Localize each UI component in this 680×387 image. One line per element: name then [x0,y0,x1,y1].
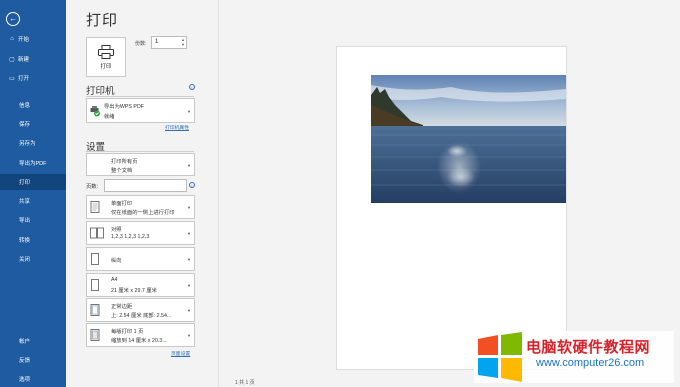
chevron-down-icon: ▼ [187,231,191,236]
orientation-dropdown[interactable]: 纵向 ▼ [86,247,195,271]
printer-ready-icon [90,105,100,116]
chevron-down-icon: ▼ [187,108,191,114]
portrait-icon [91,253,99,265]
chevron-down-icon: ▼ [187,283,191,288]
printer-section-title: 打印机 [86,86,115,97]
page-setup-link[interactable]: 页面设置 [171,350,190,357]
sidebar-item-convert[interactable]: 转换 [0,232,66,248]
paper-size-icon [91,279,99,291]
collation-detail: 1,2,3 1,2,3 1,2,3 [111,234,150,240]
print-button-label: 打印 [100,63,112,70]
sidebar-item-open[interactable]: ▭ 打开 [0,70,66,86]
paper-size-detail: 21 厘米 x 29.7 厘米 [111,288,157,294]
sidebar-item-account[interactable]: 帐户 [0,333,66,349]
page-title: 打印 [86,12,119,29]
copies-label: 份数: [135,41,147,47]
info-icon[interactable]: i [189,84,195,90]
sidebar-item-label: 打开 [18,76,30,82]
printer-properties-link[interactable]: 打印机属性 [165,124,189,131]
info-icon[interactable]: i [189,182,195,188]
collation-dropdown[interactable]: 对照 1,2,3 1,2,3 1,2,3 ▼ [86,221,195,245]
sidebar-item-label: 导出为PDF [19,161,47,167]
sidebar-item-label: 开始 [18,37,30,43]
sidebar-item-share[interactable]: 共享 [0,193,66,209]
sidebar-item-label: 反馈 [19,358,31,364]
sidebar-item-info[interactable]: 信息 [0,97,66,113]
sidebar-item-home[interactable]: ⌂ 开始 [0,31,66,47]
margins-dropdown[interactable]: 正常边距 上: 2.54 厘米 底部: 2.54... ▼ [86,298,195,322]
pages-per-sheet-icon [90,329,100,341]
home-icon: ⌂ [10,36,14,42]
copies-value: 1 [155,39,159,45]
print-range-value: 打印所有页 [111,159,138,165]
sidebar-item-label: 另存为 [19,141,36,147]
printer-icon [98,44,114,59]
paper-size-dropdown[interactable]: A4 21 厘米 x 29.7 厘米 ▼ [86,273,195,297]
printer-dropdown[interactable]: 导出为WPS PDF 就绪 ▼ [86,98,195,123]
margins-value: 正常边距 [111,304,133,310]
sidebar-item-close[interactable]: 关闭 [0,251,66,267]
sidebar-item-label: 转换 [19,238,31,244]
backstage-sidebar: ← ⌂ 开始 ▢ 新建 ▭ 打开 信息 保存 另存为 导出为PDF 打印 共享 … [0,0,66,387]
folder-icon: ▭ [9,75,15,82]
paper-size-value: A4 [111,277,118,283]
sidebar-item-label: 打印 [19,180,31,186]
divider [86,151,194,152]
sides-dropdown[interactable]: 单面打印 仅在纸面的一侧上进行打印 ▼ [86,195,195,219]
new-doc-icon: ▢ [9,56,15,63]
sidebar-item-export-pdf[interactable]: 导出为PDF [0,155,66,171]
copies-stepper[interactable]: 1 ▲ ▼ [151,36,187,49]
chevron-down-icon: ▼ [187,162,191,168]
pages-label: 页数: [86,184,99,190]
sidebar-item-label: 关闭 [19,257,31,263]
margins-detail: 上: 2.54 厘米 底部: 2.54... [111,313,172,319]
sides-value: 单面打印 [111,201,133,207]
chevron-down-icon: ▼ [187,257,191,262]
lake-photo [371,75,566,203]
print-button[interactable]: 打印 [86,37,126,77]
sidebar-item-label: 选项 [19,377,31,383]
collated-icon [90,227,104,239]
single-sided-icon [90,201,100,213]
orientation-value: 纵向 [111,258,122,264]
sidebar-item-label: 信息 [19,103,31,109]
sidebar-item-save[interactable]: 保存 [0,116,66,132]
watermark-title: 电脑软硬件教程网 [526,339,651,356]
print-range-dropdown[interactable]: 打印所有页 整个文档 ▼ [86,153,195,176]
sidebar-item-print[interactable]: 打印 [0,174,66,190]
printer-status: 就绪 [104,114,115,120]
sidebar-item-label: 导出 [19,218,31,224]
watermark-url: www.computer26.com [536,357,645,369]
sides-detail: 仅在纸面的一侧上进行打印 [111,210,175,216]
margins-icon [90,304,100,316]
page-navigator[interactable]: 1 共 1 页 [235,379,255,386]
sidebar-item-options[interactable]: 选项 [0,371,66,387]
collation-value: 对照 [111,227,122,233]
sidebar-item-label: 新建 [18,57,30,63]
spinner-arrows-icon[interactable]: ▲ ▼ [181,37,185,47]
sidebar-item-label: 帐户 [19,339,31,345]
sidebar-item-save-as[interactable]: 另存为 [0,135,66,151]
pages-input[interactable] [104,179,187,192]
chevron-down-icon: ▼ [187,205,191,210]
pages-per-sheet-value: 每版打印 1 页 [111,329,144,335]
sidebar-item-feedback[interactable]: 反馈 [0,352,66,368]
chevron-down-icon: ▼ [187,308,191,313]
printer-name: 导出为WPS PDF [104,104,145,110]
sidebar-item-export[interactable]: 导出 [0,212,66,228]
print-range-detail: 整个文档 [111,168,133,174]
back-arrow-icon[interactable]: ← [6,12,20,26]
sidebar-item-new[interactable]: ▢ 新建 [0,51,66,67]
sidebar-item-label: 共享 [19,199,31,205]
chevron-down-icon: ▼ [187,333,191,338]
sidebar-item-label: 保存 [19,122,31,128]
pages-per-sheet-dropdown[interactable]: 每版打印 1 页 缩放到 14 厘米 x 20.3... ▼ [86,323,195,347]
pages-per-sheet-detail: 缩放到 14 厘米 x 20.3... [111,338,167,344]
divider [86,96,194,97]
